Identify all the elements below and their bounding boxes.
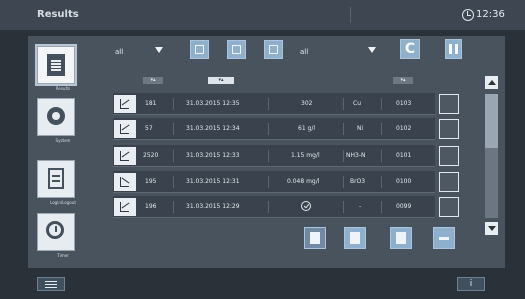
filter-param-dropdown-arrow[interactable]	[368, 47, 376, 53]
row-value: 1.15 mg/l	[291, 152, 320, 159]
scroll-down-button[interactable]	[485, 222, 498, 235]
chart-icon[interactable]	[114, 120, 136, 138]
sidebar-item-timer-label: Timer	[57, 253, 69, 258]
sidebar-item-timer[interactable]	[37, 213, 75, 251]
scrollbar-thumb[interactable]	[485, 94, 498, 148]
sidebar-item-results[interactable]	[37, 46, 75, 84]
sort-col1[interactable]: ▾▴	[143, 77, 163, 84]
row-param: Ni	[357, 125, 364, 132]
table-row[interactable]: 196 31.03.2015 12:29 - 0099	[113, 196, 462, 218]
row-id: 0100	[396, 178, 412, 185]
sidebar-item-login-logout-label: Login/Logout	[50, 200, 76, 205]
table-row[interactable]: 57 31.03.2015 12:34 61 g/l Ni 0102	[113, 118, 462, 140]
print-icon	[350, 232, 360, 244]
table-row[interactable]: 181 31.03.2015 12:35 302 Cu 0103	[113, 93, 462, 115]
export-icon	[396, 232, 406, 244]
row-value: 0.048 mg/l	[287, 178, 320, 185]
row-param: -	[359, 203, 362, 210]
minus-button[interactable]	[433, 227, 455, 249]
results-icon	[47, 54, 65, 76]
delete-button[interactable]	[304, 227, 326, 249]
filter-date-button[interactable]	[227, 40, 246, 59]
row-checkbox[interactable]	[439, 197, 459, 217]
sort-id[interactable]: ▾▴	[393, 77, 413, 84]
sort-datetime[interactable]: ▾▴	[208, 77, 234, 84]
sidebar-item-results-label: Results	[55, 86, 71, 91]
row-col1: 196	[145, 203, 157, 210]
row-datetime: 31.03.2015 12:33	[186, 152, 240, 159]
row-id: 0101	[396, 152, 412, 159]
row-checkbox[interactable]	[439, 172, 459, 192]
login-logout-icon	[48, 168, 64, 189]
export-button[interactable]	[390, 227, 412, 249]
row-id: 0103	[396, 100, 412, 107]
minus-icon	[439, 237, 449, 240]
row-param: NH3-N	[346, 152, 366, 159]
row-col1: 57	[145, 125, 153, 132]
row-value: 302	[301, 100, 313, 107]
row-datetime: 31.03.2015 12:35	[186, 100, 240, 107]
chart-icon[interactable]	[114, 147, 136, 165]
check-circle-icon	[301, 201, 311, 211]
sidebar-item-system-label: System	[55, 138, 71, 143]
row-datetime: 31.03.2015 12:34	[186, 125, 240, 132]
filter-center-button[interactable]	[264, 40, 283, 59]
row-checkbox[interactable]	[439, 146, 459, 166]
row-col1: 2520	[143, 152, 159, 159]
chart-icon[interactable]	[114, 95, 136, 113]
info-button[interactable]: i	[457, 277, 485, 291]
table-row[interactable]: 2520 31.03.2015 12:33 1.15 mg/l NH3-N 01…	[113, 145, 462, 167]
row-param: Cu	[353, 100, 361, 107]
clear-button[interactable]: C	[400, 39, 420, 59]
sidebar-item-system[interactable]	[37, 98, 75, 136]
row-checkbox[interactable]	[439, 119, 459, 139]
clock-icon	[462, 9, 474, 21]
delete-icon	[310, 232, 320, 244]
title-separator	[350, 7, 351, 23]
row-checkbox[interactable]	[439, 94, 459, 114]
table-row[interactable]: 195 31.03.2015 12:31 0.048 mg/l BrO3 010…	[113, 171, 462, 193]
sample-icon[interactable]	[114, 198, 136, 216]
filter-sample-icon	[195, 45, 204, 54]
filter-center-icon	[269, 45, 278, 54]
filter-type-dropdown-arrow[interactable]	[155, 47, 163, 53]
row-id: 0099	[396, 203, 412, 210]
row-value: 61 g/l	[298, 125, 316, 132]
clock-time: 12:36	[476, 9, 505, 20]
row-param: BrO3	[350, 178, 366, 185]
sidebar-item-login-logout[interactable]	[37, 160, 75, 198]
row-datetime: 31.03.2015 12:29	[186, 203, 240, 210]
filter-type-value[interactable]: all	[115, 48, 123, 56]
row-datetime: 31.03.2015 12:31	[186, 178, 240, 185]
columns-button[interactable]	[445, 39, 462, 59]
title-bar: Results 12:36	[0, 0, 525, 30]
timer-icon	[46, 221, 64, 239]
filter-date-icon	[232, 45, 241, 54]
row-id: 0102	[396, 125, 412, 132]
filter-sample-button[interactable]	[190, 40, 209, 59]
system-icon	[47, 107, 65, 125]
scroll-up-button[interactable]	[485, 76, 498, 89]
bottom-bar	[0, 274, 525, 299]
print-button[interactable]	[344, 227, 366, 249]
menu-button[interactable]	[37, 277, 65, 291]
filter-param-value[interactable]: all	[300, 48, 308, 56]
row-col1: 181	[145, 100, 157, 107]
chart-icon[interactable]	[114, 173, 136, 191]
row-col1: 195	[145, 178, 157, 185]
page-title: Results	[37, 9, 79, 20]
